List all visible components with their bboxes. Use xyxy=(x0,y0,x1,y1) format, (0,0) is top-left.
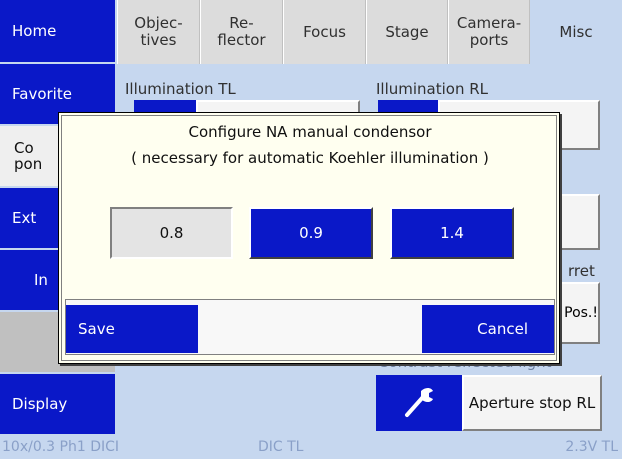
na-option-label: 0.8 xyxy=(159,224,184,242)
tab-label: Focus xyxy=(303,22,346,41)
tab-label: Objec- tives xyxy=(134,14,183,49)
rl-side-button[interactable] xyxy=(556,194,600,250)
tab-stage[interactable]: Stage xyxy=(366,0,448,64)
sidebar-item-label: Favorite xyxy=(12,85,72,103)
save-button[interactable]: Save xyxy=(66,305,198,353)
tab-label: Stage xyxy=(385,22,429,41)
illumination-rl-label: Illumination RL xyxy=(376,80,489,98)
tab-label: Re- flector xyxy=(217,14,266,49)
tab-cameraports[interactable]: Camera- ports xyxy=(448,0,530,64)
sidebar-item-label: Display xyxy=(12,395,68,413)
na-option-0-9[interactable]: 0.9 xyxy=(249,207,373,259)
wrench-icon xyxy=(401,383,437,423)
na-option-label: 1.4 xyxy=(440,224,464,242)
status-lamp: 2.3V TL xyxy=(565,439,618,455)
status-objective: 10x/0.3 Ph1 DICI xyxy=(2,439,120,455)
tab-focus[interactable]: Focus xyxy=(283,0,366,64)
status-bar: 10x/0.3 Ph1 DICI DIC TL 2.3V TL xyxy=(0,436,622,459)
tab-misc[interactable]: Misc xyxy=(530,0,622,64)
aperture-stop-button[interactable]: Aperture stop RL xyxy=(462,375,602,431)
cancel-label: Cancel xyxy=(477,320,528,338)
sidebar-item-label: In xyxy=(34,271,48,289)
na-option-label: 0.9 xyxy=(299,224,323,242)
tab-label: Misc xyxy=(559,22,593,41)
pos-label: Pos.! xyxy=(564,305,598,321)
illumination-tl-label: Illumination TL xyxy=(125,80,236,98)
turret-label: rret xyxy=(568,262,595,280)
na-option-0-8[interactable]: 0.8 xyxy=(110,207,233,259)
sidebar-item-home[interactable]: Home xyxy=(0,0,117,64)
status-contrast: DIC TL xyxy=(258,439,304,455)
sidebar-item-label: Ext xyxy=(12,209,37,227)
dialog-subtitle: ( necessary for automatic Koehler illumi… xyxy=(131,149,489,167)
aperture-icon-button[interactable] xyxy=(376,375,462,431)
sidebar-item-label: Co pon xyxy=(14,139,43,173)
sidebar-item-display[interactable]: Display xyxy=(0,374,117,436)
save-label: Save xyxy=(78,320,115,338)
pos-button[interactable]: Pos.! xyxy=(556,282,600,344)
dialog-title: Configure NA manual condensor xyxy=(188,123,432,141)
na-option-1-4[interactable]: 1.4 xyxy=(390,207,514,259)
sidebar-item-label: Home xyxy=(12,22,57,40)
cancel-button[interactable]: Cancel xyxy=(422,305,554,353)
tab-label: Camera- ports xyxy=(456,14,522,49)
tab-objectives[interactable]: Objec- tives xyxy=(117,0,200,64)
configure-na-dialog: Configure NA manual condensor ( necessar… xyxy=(58,112,560,364)
aperture-stop-label: Aperture stop RL xyxy=(468,394,596,412)
tab-reflector[interactable]: Re- flector xyxy=(200,0,283,64)
